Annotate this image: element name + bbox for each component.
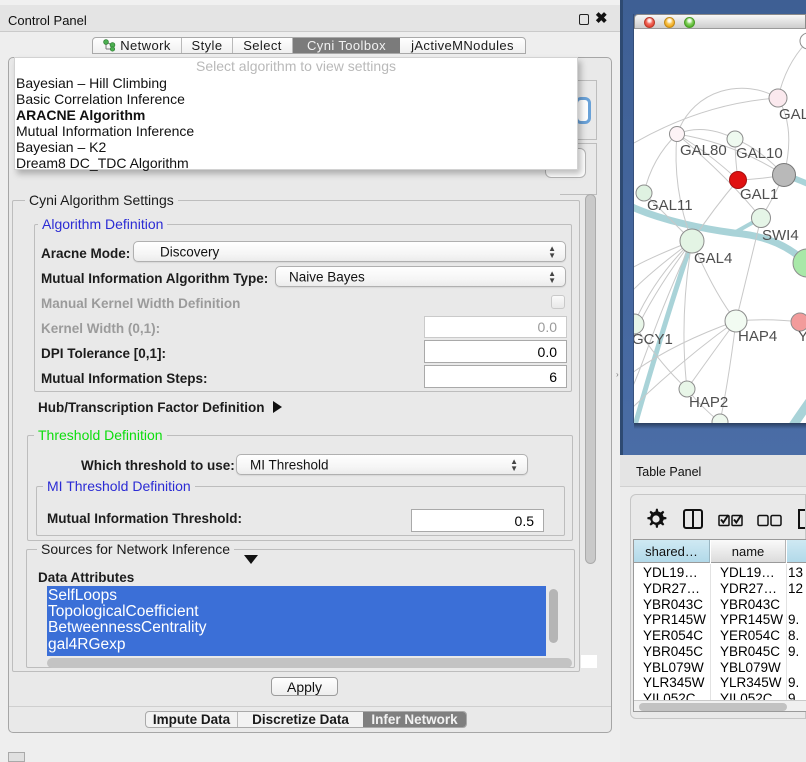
svg-text:GAL80: GAL80 <box>680 142 727 159</box>
svg-text:SWI4: SWI4 <box>762 227 799 244</box>
svg-text:GAL4: GAL4 <box>694 250 732 267</box>
svg-text:GAL1: GAL1 <box>740 186 778 203</box>
svg-text:HAP2: HAP2 <box>689 394 728 411</box>
svg-text:GAL11: GAL11 <box>647 197 693 214</box>
svg-text:GAL10: GAL10 <box>736 145 783 162</box>
svg-text:GAL: GAL <box>779 106 806 123</box>
svg-text:HAP4: HAP4 <box>738 328 777 345</box>
svg-text:Y: Y <box>798 328 806 345</box>
svg-text:GCY1: GCY1 <box>634 331 673 348</box>
